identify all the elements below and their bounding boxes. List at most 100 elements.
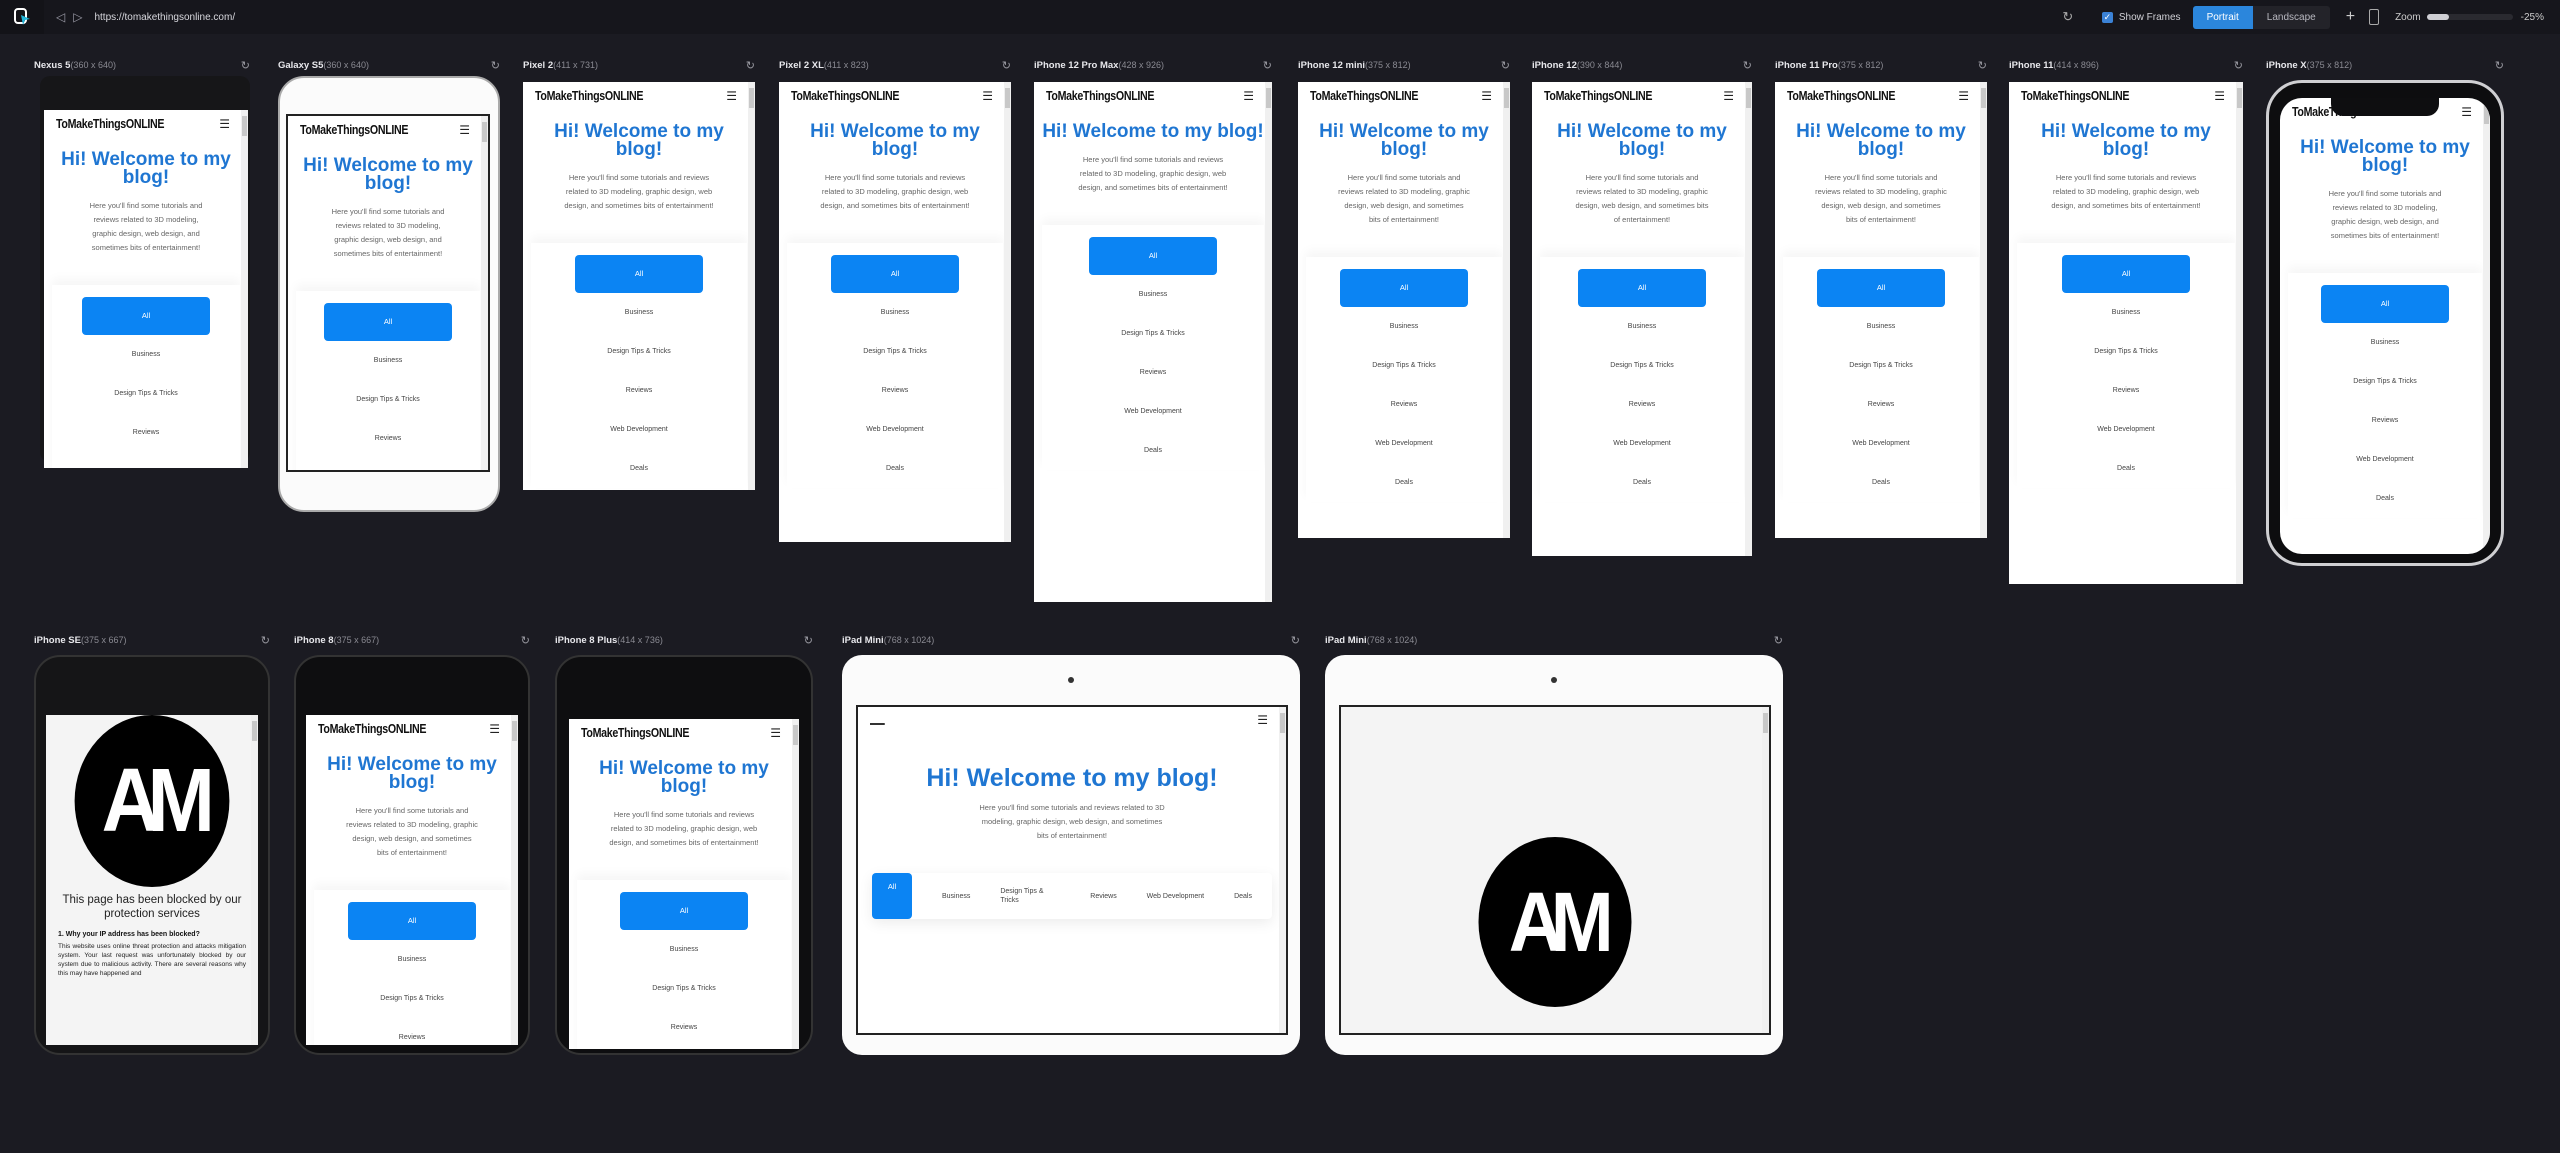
hamburger-menu-icon[interactable]: ☰: [770, 726, 781, 740]
category-all-button[interactable]: All: [1089, 237, 1217, 275]
category-all-button[interactable]: All: [348, 902, 476, 940]
category-item[interactable]: Business: [296, 341, 480, 380]
category-item[interactable]: Business: [2017, 293, 2235, 332]
category-item[interactable]: Deals: [1540, 463, 1744, 502]
show-frames-checkbox[interactable]: ✓: [2101, 11, 2113, 23]
rotate-icon[interactable]: ↻: [1501, 59, 1510, 72]
category-item[interactable]: Business: [787, 293, 1003, 332]
page-scrollbar[interactable]: [1980, 82, 1987, 538]
scrollbar-thumb[interactable]: [793, 725, 798, 745]
category-item[interactable]: Reviews: [1540, 385, 1744, 424]
rotate-icon[interactable]: ↻: [746, 59, 755, 72]
category-item[interactable]: Design Tips & Tricks: [787, 332, 1003, 371]
category-item[interactable]: Reviews: [577, 1008, 791, 1047]
rotate-icon[interactable]: ↻: [1263, 59, 1272, 72]
category-item[interactable]: Business: [314, 940, 510, 979]
category-item[interactable]: Deals: [2288, 479, 2482, 518]
rotate-icon[interactable]: ↻: [2495, 59, 2504, 72]
site-brand[interactable]: ToMakeThingsONLINE: [1046, 88, 1155, 103]
landscape-button[interactable]: Landscape: [2253, 6, 2330, 29]
category-item[interactable]: Web Development: [787, 410, 1003, 449]
category-item[interactable]: Web Development: [1147, 892, 1204, 901]
hamburger-menu-icon[interactable]: ☰: [726, 89, 737, 103]
category-item[interactable]: Web Development: [1306, 424, 1502, 463]
site-brand[interactable]: ToMakeThingsONLINE: [1310, 88, 1419, 103]
site-brand[interactable]: ToMakeThingsONLINE: [1544, 88, 1653, 103]
site-brand[interactable]: ToMakeThingsONLINE: [300, 122, 409, 137]
scrollbar-thumb[interactable]: [1981, 88, 1986, 108]
hamburger-menu-icon[interactable]: ☰: [219, 117, 230, 131]
category-item[interactable]: Business: [1306, 307, 1502, 346]
scrollbar-thumb[interactable]: [1504, 88, 1509, 108]
hamburger-menu-icon[interactable]: ☰: [1481, 89, 1492, 103]
category-item[interactable]: Web Development: [1783, 424, 1979, 463]
url-field[interactable]: https://tomakethingsonline.com/: [94, 12, 235, 23]
page-scrollbar[interactable]: [251, 715, 258, 1045]
category-item[interactable]: Design Tips & Tricks: [1042, 314, 1264, 353]
category-item[interactable]: Web Development: [1540, 424, 1744, 463]
site-brand[interactable]: ToMakeThingsONLINE: [581, 725, 690, 740]
hamburger-menu-icon[interactable]: ☰: [1723, 89, 1734, 103]
page-scrollbar[interactable]: [1745, 82, 1752, 556]
category-item[interactable]: Business: [577, 930, 791, 969]
category-all-button[interactable]: All: [1817, 269, 1945, 307]
page-scrollbar[interactable]: [2236, 82, 2243, 584]
category-item[interactable]: Business: [1042, 275, 1264, 314]
scrollbar-thumb[interactable]: [1280, 713, 1285, 733]
site-brand[interactable]: ToMakeThingsONLINE: [2021, 88, 2130, 103]
category-item[interactable]: Reviews: [1042, 353, 1264, 392]
scrollbar-thumb[interactable]: [1266, 88, 1271, 108]
category-item[interactable]: Reviews: [2288, 401, 2482, 440]
category-item[interactable]: Design Tips & Tricks: [314, 979, 510, 1018]
site-brand[interactable]: ToMakeThingsONLINE: [56, 116, 165, 131]
category-item[interactable]: Reviews: [1090, 892, 1116, 901]
rotate-icon[interactable]: ↻: [1774, 634, 1783, 647]
reload-icon[interactable]: ↻: [2054, 9, 2082, 25]
category-item[interactable]: Design Tips & Tricks: [2017, 332, 2235, 371]
rotate-icon[interactable]: ↻: [261, 634, 270, 647]
rotate-icon[interactable]: ↻: [2234, 59, 2243, 72]
category-item[interactable]: Deals: [1306, 463, 1502, 502]
category-item[interactable]: Reviews: [1783, 385, 1979, 424]
category-item[interactable]: Business: [2288, 323, 2482, 362]
page-scrollbar[interactable]: [1004, 82, 1011, 542]
page-scrollbar[interactable]: [1279, 707, 1286, 1033]
site-logo-mark[interactable]: [870, 723, 885, 725]
category-all-button[interactable]: All: [620, 892, 748, 930]
site-brand[interactable]: ToMakeThingsONLINE: [318, 721, 427, 736]
category-item[interactable]: Reviews: [1306, 385, 1502, 424]
category-item[interactable]: Business: [1540, 307, 1744, 346]
hamburger-menu-icon[interactable]: ☰: [2461, 105, 2472, 119]
scrollbar-thumb[interactable]: [1005, 88, 1010, 108]
rotate-icon[interactable]: ↻: [1978, 59, 1987, 72]
hamburger-menu-icon[interactable]: ☰: [459, 123, 470, 137]
device-icon[interactable]: [2369, 9, 2380, 25]
scrollbar-thumb[interactable]: [252, 721, 257, 741]
hamburger-menu-icon[interactable]: ☰: [2214, 89, 2225, 103]
scrollbar-thumb[interactable]: [1746, 88, 1751, 108]
category-item[interactable]: Business: [942, 892, 970, 901]
page-scrollbar[interactable]: [241, 110, 248, 468]
page-scrollbar[interactable]: [1762, 707, 1769, 1033]
scrollbar-thumb[interactable]: [512, 721, 517, 741]
category-item[interactable]: Business: [52, 335, 240, 374]
page-scrollbar[interactable]: [748, 82, 755, 490]
site-brand[interactable]: ToMakeThingsONLINE: [535, 88, 644, 103]
category-item[interactable]: Design Tips & Tricks: [1540, 346, 1744, 385]
category-item[interactable]: Web Development: [531, 410, 747, 449]
site-brand[interactable]: ToMakeThingsONLINE: [791, 88, 900, 103]
category-item[interactable]: Reviews: [531, 371, 747, 410]
category-item[interactable]: Design Tips & Tricks: [52, 374, 240, 413]
page-scrollbar[interactable]: [511, 715, 518, 1045]
hamburger-menu-icon[interactable]: ☰: [1958, 89, 1969, 103]
category-item[interactable]: Web Development: [2017, 410, 2235, 449]
category-item[interactable]: Web Development: [2288, 440, 2482, 479]
scrollbar-thumb[interactable]: [749, 88, 754, 108]
page-scrollbar[interactable]: [1503, 82, 1510, 538]
scrollbar-thumb[interactable]: [482, 122, 487, 142]
category-all-button[interactable]: All: [1340, 269, 1468, 307]
rotate-icon[interactable]: ↻: [1743, 59, 1752, 72]
category-all-button[interactable]: All: [872, 873, 912, 919]
category-item[interactable]: Design Tips & Tricks: [577, 969, 791, 1008]
rotate-icon[interactable]: ↻: [1291, 634, 1300, 647]
